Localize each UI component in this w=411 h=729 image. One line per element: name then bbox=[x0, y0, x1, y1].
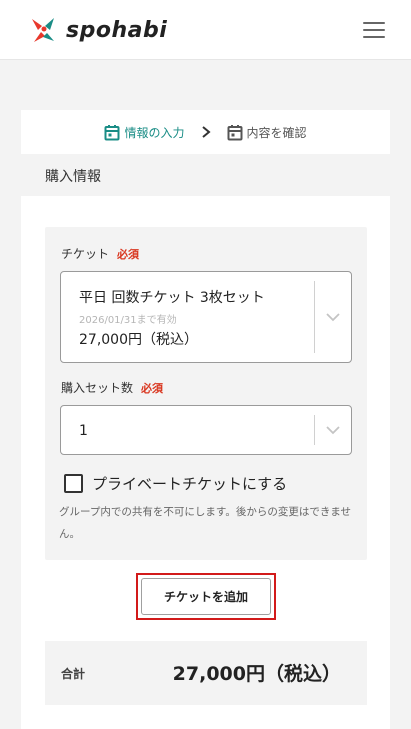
private-ticket-label: プライベートチケットにする bbox=[92, 475, 288, 493]
ticket-name: 平日 回数チケット 3枚セット bbox=[79, 290, 265, 306]
spohabi-logo-icon bbox=[32, 18, 54, 42]
step-label: 情報の入力 bbox=[124, 125, 185, 140]
ticket-form-panel: チケット 必須 平日 回数チケット 3枚セット 2026/01/31まで有効 2… bbox=[45, 227, 367, 560]
quantity-label-text: 購入セット数 bbox=[61, 381, 134, 395]
private-ticket-checkbox[interactable] bbox=[64, 474, 83, 493]
ticket-field-label: チケット 必須 bbox=[61, 245, 139, 262]
chevron-right-icon bbox=[201, 126, 211, 138]
quantity-select[interactable]: 1 bbox=[60, 405, 352, 455]
private-ticket-checkbox-row[interactable]: プライベートチケットにする bbox=[64, 473, 287, 494]
total-summary: 合計 27,000円（税込） bbox=[45, 641, 367, 705]
brand-name: spohabi bbox=[66, 17, 168, 43]
section-title: 購入情報 bbox=[45, 169, 101, 185]
chevron-down-icon[interactable] bbox=[326, 313, 340, 322]
step-confirm: 内容を確認 bbox=[227, 124, 307, 141]
checkout-steps: 情報の入力 内容を確認 bbox=[21, 110, 390, 154]
select-divider bbox=[314, 281, 315, 353]
ticket-price: 27,000円（税込） bbox=[79, 332, 198, 348]
app-header: spohabi bbox=[0, 0, 411, 60]
calendar-icon bbox=[227, 124, 242, 140]
step-label: 内容を確認 bbox=[246, 125, 307, 140]
required-badge: 必須 bbox=[117, 247, 140, 261]
calendar-icon bbox=[104, 124, 120, 140]
brand-logo[interactable]: spohabi bbox=[28, 14, 167, 46]
ticket-select[interactable]: 平日 回数チケット 3枚セット 2026/01/31まで有効 27,000円（税… bbox=[60, 271, 352, 363]
select-divider bbox=[314, 415, 315, 445]
add-ticket-highlight: チケットを追加 bbox=[136, 573, 276, 620]
ticket-label-text: チケット bbox=[61, 247, 110, 261]
total-value: 27,000円（税込） bbox=[172, 663, 341, 685]
quantity-field-label: 購入セット数 必須 bbox=[61, 379, 163, 396]
total-label: 合計 bbox=[61, 667, 86, 681]
ticket-validity: 2026/01/31まで有効 bbox=[79, 315, 177, 326]
hamburger-menu-icon[interactable] bbox=[363, 22, 385, 40]
step-input: 情報の入力 bbox=[104, 124, 185, 141]
quantity-value: 1 bbox=[79, 423, 88, 439]
purchase-card: チケット 必須 平日 回数チケット 3枚セット 2026/01/31まで有効 2… bbox=[21, 196, 390, 729]
required-badge: 必須 bbox=[141, 381, 164, 395]
add-ticket-button[interactable]: チケットを追加 bbox=[141, 578, 271, 615]
chevron-down-icon[interactable] bbox=[326, 426, 340, 435]
private-ticket-note: グループ内での共有を不可にします。後からの変更はできません。 bbox=[59, 506, 352, 540]
